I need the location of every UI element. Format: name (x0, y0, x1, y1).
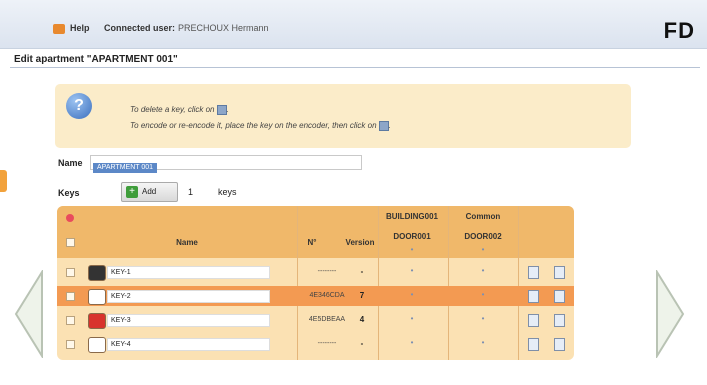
key-name-field[interactable]: KEY-4 (107, 338, 270, 351)
key-fob-icon (88, 289, 106, 305)
row-checkbox[interactable] (66, 340, 75, 349)
trash-icon (216, 105, 227, 115)
keys-label: Keys (58, 188, 80, 198)
encode-key-icon[interactable] (554, 314, 565, 327)
next-arrow-icon[interactable] (655, 270, 685, 358)
key-name-field[interactable]: KEY-1 (107, 266, 270, 279)
name-field[interactable]: APARTMENT 001 (90, 155, 362, 173)
info-box (55, 84, 631, 148)
add-keys-button[interactable]: + Add (121, 182, 178, 202)
add-button-label: Add (142, 187, 157, 196)
key-version: - (360, 267, 364, 276)
page-title: Edit apartment "APARTMENT 001" (14, 54, 178, 65)
top-bar: Help Connected user: PRECHOUX Hermann FD (0, 0, 707, 49)
info-line-encode: To encode or re-encode it, place the key… (130, 121, 391, 131)
door2-access-icon[interactable]: • (479, 339, 487, 347)
side-tab-handle[interactable] (0, 170, 7, 192)
select-all-checkbox[interactable] (66, 238, 75, 247)
table-row[interactable]: KEY-1 -------- - • • (57, 262, 574, 282)
key-name-field[interactable]: KEY-2 (107, 290, 270, 303)
key-version: 4 (359, 315, 365, 324)
header-name: Name (176, 238, 198, 247)
help-icon[interactable] (53, 24, 65, 34)
info-question-icon: ? (66, 93, 92, 119)
brand-logo: FD (663, 18, 695, 43)
encode-key-icon[interactable] (554, 266, 565, 279)
info-line-delete: To delete a key, click on. (130, 105, 229, 115)
delete-key-icon[interactable] (528, 266, 539, 279)
connected-user-name: PRECHOUX Hermann (178, 23, 269, 33)
name-field-value: APARTMENT 001 (93, 163, 158, 173)
add-icon: + (126, 186, 138, 198)
key-fob-icon (88, 337, 106, 353)
table-row[interactable]: KEY-3 4E5DBEAA 4 • • (57, 310, 574, 330)
info-text-encode: To encode or re-encode it, place the key… (130, 121, 377, 131)
encode-key-icon[interactable] (554, 290, 565, 303)
name-label: Name (58, 158, 83, 168)
door2-select-all-icon[interactable]: • (479, 246, 487, 254)
row-checkbox[interactable] (66, 292, 75, 301)
help-link[interactable]: Help (70, 23, 90, 33)
keys-unit-label: keys (218, 187, 237, 197)
door1-access-icon[interactable]: • (408, 267, 416, 275)
door2-access-icon[interactable]: • (479, 315, 487, 323)
prev-arrow-icon[interactable] (14, 270, 44, 358)
add-quantity-field[interactable]: 1 (188, 187, 193, 197)
delete-key-icon[interactable] (528, 338, 539, 351)
connected-user-label: Connected user: (104, 23, 176, 33)
info-text-delete: To delete a key, click on (130, 105, 215, 115)
door2-access-icon[interactable]: • (479, 267, 487, 275)
title-divider (10, 67, 700, 68)
door1-access-icon[interactable]: • (408, 315, 416, 323)
door2-access-icon[interactable]: • (479, 291, 487, 299)
key-fob-icon (88, 313, 106, 329)
header-door2-top: Common (465, 212, 501, 221)
table-row[interactable]: KEY-4 -------- - • • (57, 334, 574, 354)
key-version: - (360, 339, 364, 348)
header-door1-top: BUILDING001 (385, 212, 438, 221)
encode-key-icon[interactable] (554, 338, 565, 351)
delete-key-icon[interactable] (528, 290, 539, 303)
table-row[interactable]: KEY-2 4E346CDA 7 • • (57, 286, 574, 306)
encode-icon (378, 121, 389, 131)
header-version: Version (345, 238, 375, 247)
door1-access-icon[interactable]: • (408, 291, 416, 299)
key-name-field[interactable]: KEY-3 (107, 314, 270, 327)
delete-all-icon[interactable] (66, 214, 74, 222)
keys-table: Name N° Version BUILDING001 DOOR001 Comm… (57, 206, 574, 360)
header-door2-bottom: DOOR002 (464, 232, 502, 241)
door1-select-all-icon[interactable]: • (408, 246, 416, 254)
keys-table-header: Name N° Version BUILDING001 DOOR001 Comm… (57, 206, 574, 258)
key-version: 7 (359, 291, 365, 300)
header-door1-bottom: DOOR001 (393, 232, 431, 241)
key-fob-icon (88, 265, 106, 281)
header-number: N° (307, 238, 317, 247)
row-checkbox[interactable] (66, 316, 75, 325)
row-checkbox[interactable] (66, 268, 75, 277)
door1-access-icon[interactable]: • (408, 339, 416, 347)
delete-key-icon[interactable] (528, 314, 539, 327)
